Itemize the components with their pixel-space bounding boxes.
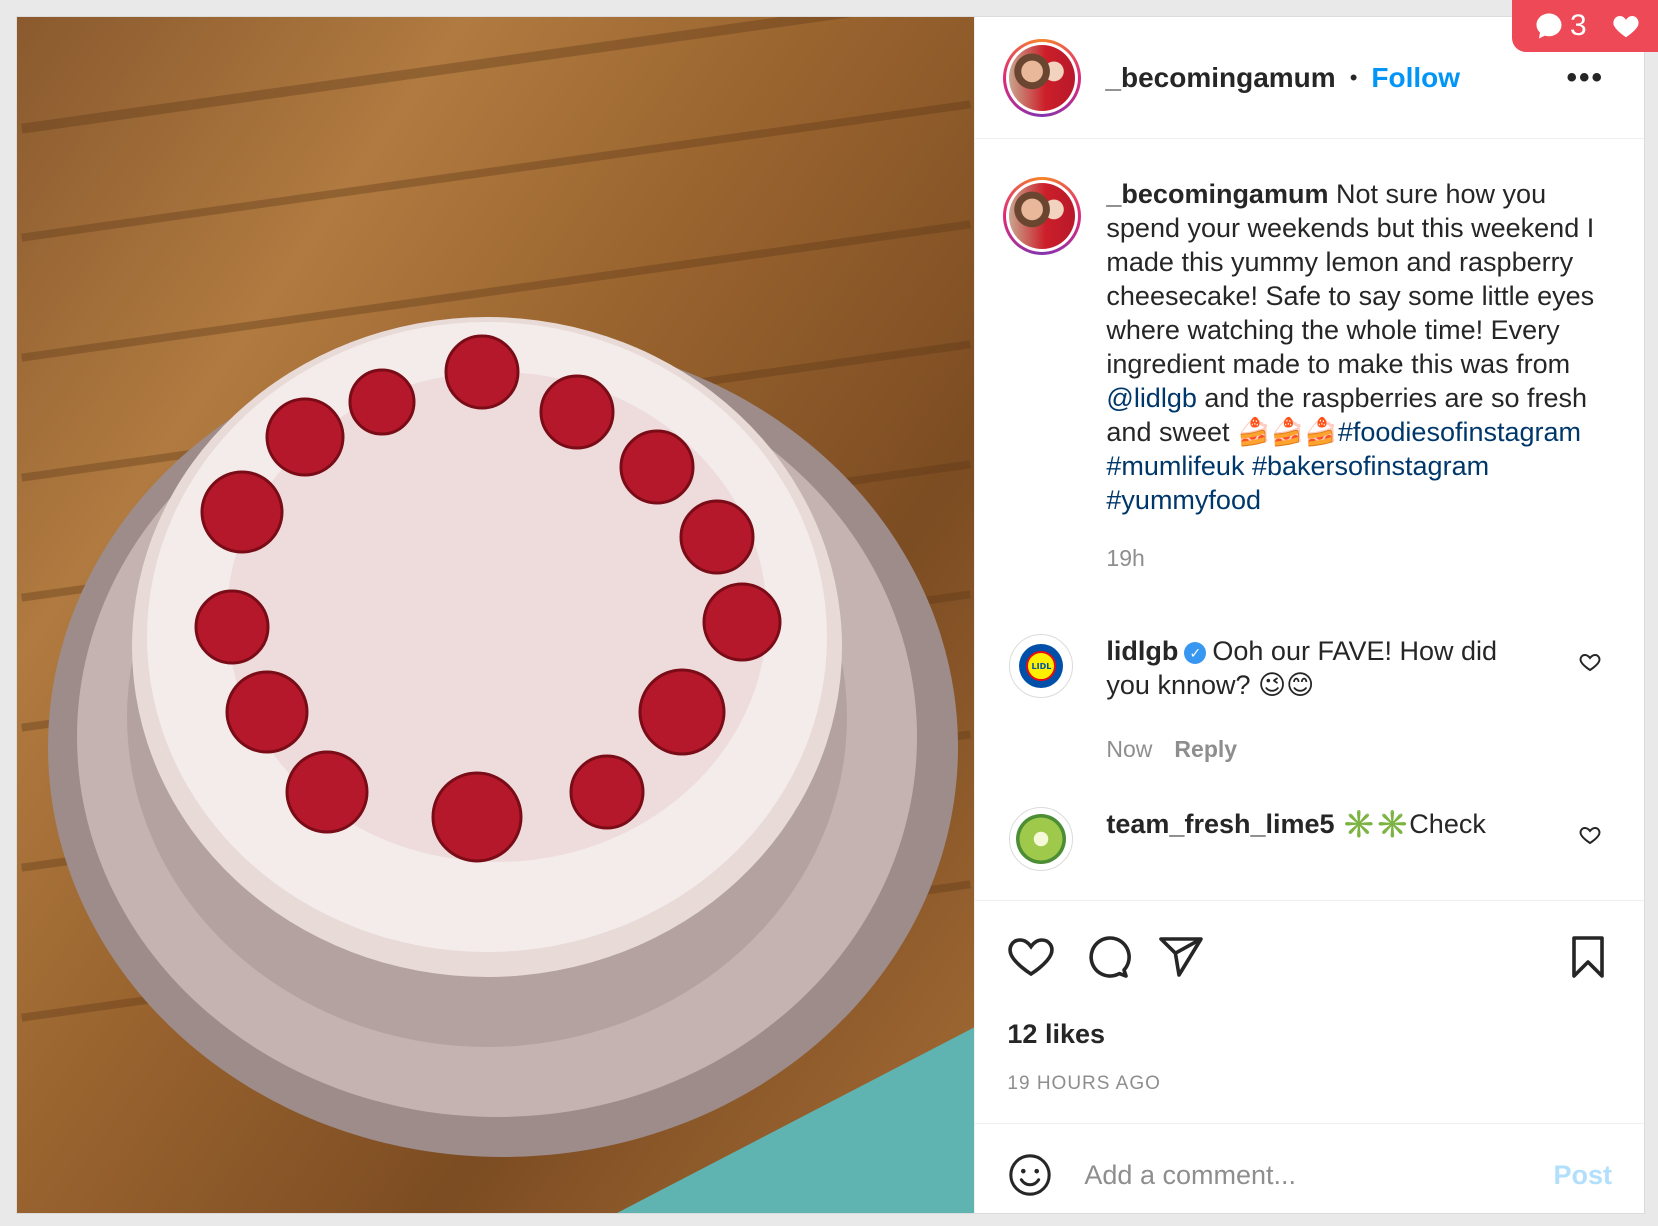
caption-avatar[interactable] [1003, 177, 1082, 255]
mention-link[interactable]: @lidlgb [1106, 383, 1196, 413]
notification-count: 3 [1570, 9, 1587, 42]
avatar-photo [1009, 44, 1076, 111]
post-image[interactable] [17, 17, 975, 1213]
comment-username[interactable]: lidlgb [1106, 636, 1178, 666]
like-comment-icon[interactable] [1578, 650, 1602, 674]
verified-badge-icon: ✓ [1184, 642, 1207, 664]
lime-logo-icon [1016, 814, 1067, 864]
follow-button[interactable]: Follow [1371, 62, 1460, 94]
caption-username[interactable]: _becomingamum [1106, 179, 1328, 209]
author-avatar[interactable] [1003, 38, 1082, 117]
notification-badge[interactable]: 3 [1512, 0, 1658, 52]
share-icon[interactable] [1157, 933, 1205, 981]
action-icons [1007, 933, 1612, 981]
comment-meta: Now Reply [1106, 736, 1620, 763]
caption-text-part-1: Not sure how you spend your weekends but… [1106, 179, 1595, 379]
like-icon[interactable] [1007, 933, 1055, 981]
comment-body: ✳️✳️Check [1342, 809, 1486, 839]
comment-notification-icon [1536, 13, 1562, 39]
post-actions: 12 likes 19 HOURS AGO Post [975, 900, 1644, 1211]
post-comment-button[interactable]: Post [1553, 1160, 1612, 1191]
lidl-avatar[interactable]: LIDL [1009, 634, 1074, 698]
post-modal: _becomingamum • Follow ••• _becomingamum… [16, 16, 1645, 1214]
separator-dot: • [1349, 64, 1358, 90]
caption: _becomingamum Not sure how you spend you… [1003, 177, 1620, 572]
comment-username[interactable]: team_fresh_lime5 [1106, 809, 1334, 839]
comment-team-fresh-lime5: team_fresh_lime5 ✳️✳️Check [1003, 807, 1620, 871]
post-sidebar: _becomingamum • Follow ••• _becomingamum… [974, 17, 1644, 1213]
comment-icon[interactable] [1083, 933, 1132, 981]
caption-text: _becomingamum Not sure how you spend you… [1106, 177, 1596, 517]
likes-count[interactable]: 12 likes [1007, 1019, 1105, 1050]
emoji-icon[interactable] [1007, 1152, 1053, 1198]
comment-lidlgb: LIDL lidlgb ✓ Ooh our FAVE! How did you kn… [1003, 634, 1620, 763]
lidl-logo-icon: LIDL [1019, 644, 1064, 688]
save-bookmark-icon[interactable] [1564, 933, 1612, 981]
comment-text: lidlgb ✓ Ooh our FAVE! How did you knnow? … [1106, 634, 1526, 702]
cheesecake-photo [20, 17, 975, 1213]
like-comment-icon[interactable] [1578, 823, 1602, 847]
more-options-icon[interactable]: ••• [1566, 61, 1604, 95]
post-timestamp: 19 HOURS AGO [1007, 1073, 1161, 1094]
caption-time: 19h [1106, 545, 1145, 571]
comment-time: Now [1106, 736, 1153, 762]
comment-input[interactable] [1082, 1150, 1507, 1200]
like-notification-icon [1613, 16, 1639, 38]
lime-avatar[interactable] [1009, 807, 1074, 871]
avatar-photo [1009, 183, 1076, 249]
comments-list[interactable]: _becomingamum Not sure how you spend you… [975, 139, 1644, 899]
author-username[interactable]: _becomingamum [1105, 62, 1335, 94]
reply-button[interactable]: Reply [1174, 736, 1237, 762]
add-comment-bar: Post [975, 1123, 1644, 1224]
comment-text: team_fresh_lime5 ✳️✳️Check [1106, 807, 1526, 841]
